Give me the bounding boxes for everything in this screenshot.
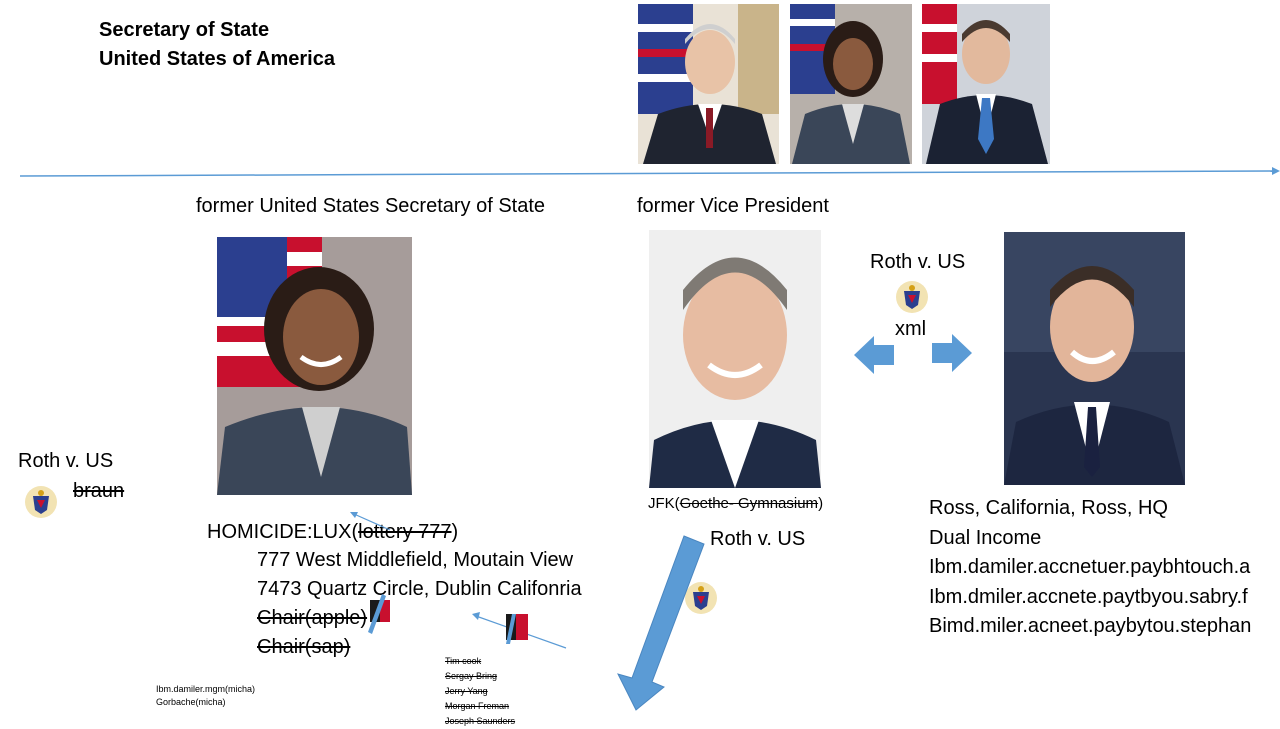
xml-label: xml [895, 318, 927, 340]
portrait-right [1004, 232, 1185, 485]
timeline-arrow [19, 167, 1280, 177]
right-info-1: Ross, California, Ross, HQ [929, 497, 1168, 519]
portrait-top-1 [638, 4, 779, 164]
right-info-2: Dual Income [929, 526, 1042, 549]
portrait-top-2 [790, 4, 912, 164]
portrait-secretary [217, 237, 412, 495]
page-title: Secretary of State United States of Amer… [99, 16, 335, 74]
right-info-block: Ross, California, Ross, HQ Dual Income I… [929, 494, 1251, 642]
small-note-2: Gorbache(micha) [156, 697, 226, 707]
struck-name-4: Morgan Freman [445, 701, 510, 711]
portrait-vp [649, 230, 821, 488]
jfk-suffix: ) [818, 495, 824, 512]
roth-label-right: Roth v. US [870, 251, 966, 273]
caption-former-vp: former Vice President [637, 195, 829, 217]
braun-text: braun [73, 480, 125, 502]
homicide-prefix: HOMICIDE:LUX( [207, 521, 359, 543]
struck-name-3: Jerry Yang [445, 686, 488, 696]
address-1: 777 West Middlefield, Moutain View [257, 549, 574, 571]
arrow-left-icon [854, 336, 894, 374]
small-arrow-icon-2 [506, 614, 528, 644]
roth-label-left: Roth v. US [18, 450, 114, 472]
jfk-struck: Goethe- Gymnasium [679, 495, 819, 512]
title-line-1: Secretary of State [99, 19, 270, 41]
arrow-right-icon [932, 334, 972, 372]
large-diagonal-arrow [617, 535, 705, 711]
right-info-4: Ibm.dmiler.accnete.paytbyou.sabry.f [929, 585, 1248, 608]
right-info-5: Bimd.miler.acneet.paybytou.stephan [929, 615, 1252, 637]
jfk-prefix: JFK( [648, 495, 680, 512]
struck-name-5: Joseph Saunders [445, 716, 516, 726]
address-2: 7473 Quartz Circle, Dublin Califonria [257, 578, 582, 600]
small-notes-left: Ibm.damiler.mgm(micha) Gorbache(micha) [156, 683, 255, 709]
struck-name-2: Sergay Bring [445, 671, 498, 681]
struck-names-list: Tim cook Sergay Bring Jerry Yang Morgan … [445, 654, 515, 729]
homicide-text: HOMICIDE:LUX(lottery 777) [207, 521, 458, 544]
jfk-text: JFK(Goethe- Gymnasium) [648, 495, 823, 512]
roth-label-center: Roth v. US [710, 528, 806, 550]
seal-icon-left [23, 484, 59, 520]
homicide-suffix: ) [451, 521, 459, 543]
portrait-top-3 [922, 4, 1050, 164]
right-info-3: Ibm.damiler.accnetuer.paybhtouch.a [929, 556, 1251, 578]
title-line-2: United States of America [99, 48, 335, 70]
caption-former-secretary: former United States Secretary of State [196, 195, 546, 217]
small-note-1: Ibm.damiler.mgm(micha) [156, 684, 256, 694]
small-arrow-icon-1 [368, 594, 390, 634]
struck-name-1: Tim cook [445, 656, 482, 666]
seal-icon-right [894, 279, 930, 315]
thin-arrow-icon [350, 512, 391, 531]
